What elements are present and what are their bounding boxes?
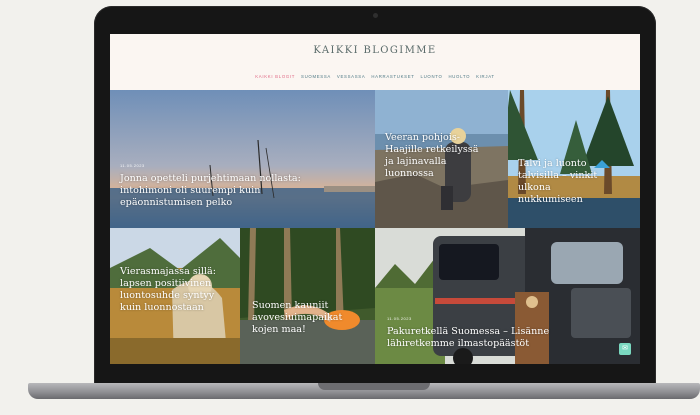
camera-icon — [372, 13, 378, 18]
post-title[interactable]: Vierasmajassa sillä: lapsen positiivinen… — [120, 266, 220, 314]
site-title[interactable]: KAIKKI BLOGIMME — [110, 45, 640, 56]
post-title[interactable]: Talvi ja luonto talvisilla – vinkit ulko… — [518, 158, 618, 206]
post-card-hiking[interactable]: Veeran pohjois-Haajille retkeilyssä ja l… — [375, 90, 508, 228]
nav-item-books[interactable]: KIRJAT — [476, 74, 495, 79]
nav-item-hobbies[interactable]: HARRASTUKSET — [371, 74, 414, 79]
post-card-sailing[interactable]: 11.05.2023 Jonna opetteli purjehtimaan n… — [110, 90, 375, 228]
post-title[interactable]: Jonna opetteli purjehtimaan nollasta: in… — [120, 173, 320, 209]
post-title[interactable]: Pakuretkellä Suomessa – Lisänne lähiretk… — [387, 326, 577, 350]
site-header: KAIKKI BLOGIMME KAIKKI BLOGIT SUOMESSA V… — [110, 34, 640, 90]
post-date: 11.05.2023 — [387, 316, 412, 321]
laptop-notch — [318, 383, 430, 390]
post-title[interactable]: Veeran pohjois-Haajille retkeilyssä ja l… — [385, 132, 490, 180]
post-date: 11.05.2023 — [120, 163, 145, 168]
post-grid: 11.05.2023 Jonna opetteli purjehtimaan n… — [110, 90, 640, 364]
main-nav: KAIKKI BLOGIT SUOMESSA VESSASSA HARRASTU… — [110, 74, 640, 79]
post-title[interactable]: Suomen kauniit avovesiuimapaikat kojen m… — [252, 300, 362, 336]
post-card-child-nature[interactable]: Vierasmajassa sillä: lapsen positiivinen… — [110, 228, 240, 364]
browser-screen: KAIKKI BLOGIMME KAIKKI BLOGIT SUOMESSA V… — [110, 34, 640, 364]
nav-item-lake[interactable]: VESSASSA — [337, 74, 366, 79]
post-card-van-trip[interactable]: 11.05.2023 Pakuretkellä Suomessa – Lisän… — [375, 228, 640, 364]
post-card-winter-camping[interactable]: Talvi ja luonto talvisilla – vinkit ulko… — [508, 90, 640, 228]
post-card-swimming[interactable]: Suomen kauniit avovesiuimapaikat kojen m… — [240, 228, 375, 364]
nav-item-all-blogs[interactable]: KAIKKI BLOGIT — [255, 74, 295, 79]
swimmer-photo — [240, 228, 375, 364]
nav-item-maintenance[interactable]: HUOLTO — [448, 74, 470, 79]
chat-icon[interactable]: ✉ — [619, 343, 631, 355]
nav-item-nature[interactable]: LUONTO — [421, 74, 443, 79]
nav-item-finland[interactable]: SUOMESSA — [301, 74, 331, 79]
